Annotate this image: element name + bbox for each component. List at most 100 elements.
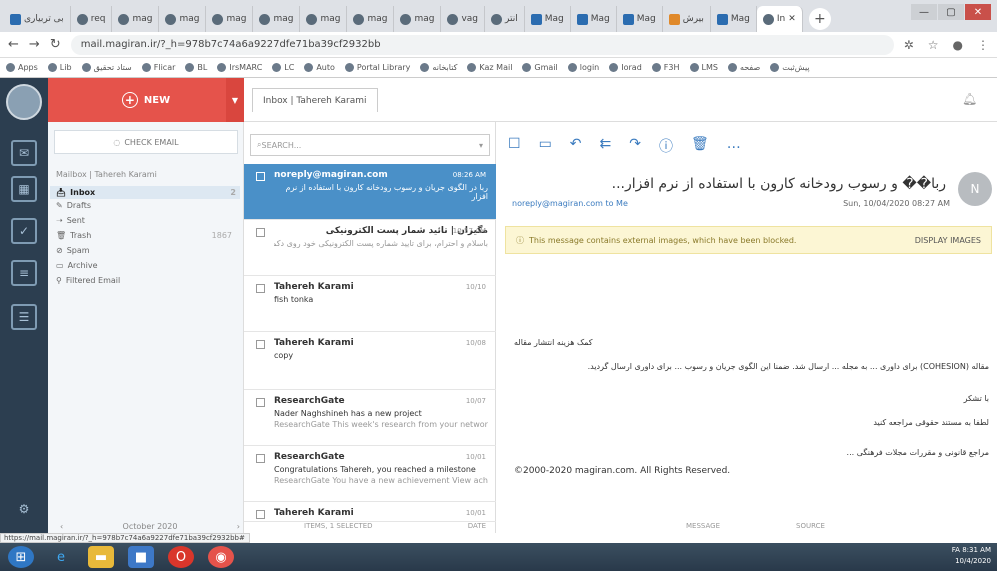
menu-icon[interactable]: ⋮ (977, 38, 989, 52)
bookmark-item[interactable]: BL (185, 63, 207, 72)
extension-icon[interactable]: ✲ (904, 38, 914, 52)
message-row[interactable]: مگیران | تائید شمار پست الکترونیکی 10:57 … (244, 220, 496, 276)
source-tab[interactable]: SOURCE (796, 522, 825, 530)
bookmark-item[interactable]: F3H (651, 63, 680, 72)
message-row[interactable]: Tahereh Karami 10/10 fish tonka (244, 276, 496, 332)
folder-item-drafts[interactable]: ✎ Drafts (56, 201, 236, 210)
message-checkbox[interactable] (256, 228, 265, 237)
browser-tab[interactable]: req (71, 6, 113, 32)
bookmark-item[interactable]: Flicar (141, 63, 175, 72)
message-checkbox[interactable] (256, 510, 265, 519)
reload-icon[interactable]: ↻ (50, 37, 61, 52)
browser-tab[interactable]: mag (112, 6, 160, 32)
browser-tab[interactable]: mag (253, 6, 301, 32)
media-icon[interactable]: ■ (128, 546, 154, 568)
message-row[interactable]: Tahereh Karami 10/08 copy (244, 332, 496, 390)
display-images-button[interactable]: DISPLAY IMAGES (915, 236, 981, 245)
tasks-icon[interactable]: ✓ (11, 218, 37, 244)
message-checkbox[interactable] (256, 172, 265, 181)
browser-tab[interactable]: In ✕ (756, 6, 803, 32)
message-checkbox[interactable] (256, 340, 265, 349)
browser-tab[interactable]: mag (394, 6, 442, 32)
message-row[interactable]: ResearchGate 10/07 Nader Naghshineh has a … (244, 390, 496, 446)
settings-icon[interactable]: ⚙ (11, 496, 37, 522)
chevron-down-icon[interactable]: ▼ (226, 78, 244, 122)
browser-tab[interactable]: Mag (617, 6, 663, 32)
new-tab-button[interactable]: + (808, 8, 831, 30)
browser-tab[interactable]: vag (441, 6, 486, 32)
bookmark-item[interactable]: LC (272, 63, 294, 72)
chrome-icon[interactable]: ◉ (208, 546, 234, 568)
folder-item-filtered-email[interactable]: ⚲ Filtered Email (56, 276, 236, 285)
bookmark-item[interactable]: Auto (304, 63, 335, 72)
sort-by-date[interactable]: DATE (468, 522, 486, 533)
bookmark-item[interactable]: LMS (689, 63, 718, 72)
search-dropdown-icon[interactable]: ▾ (479, 141, 483, 150)
delete-icon[interactable]: 🗑︎ (691, 136, 709, 156)
calendar-prev-icon[interactable]: ‹ (60, 522, 63, 531)
close-tab-icon[interactable]: ✕ (788, 14, 796, 24)
bookmark-item[interactable]: کتابخانه (420, 63, 457, 72)
browser-tab[interactable]: Mag (711, 6, 757, 32)
bell-icon[interactable]: 🔔︎ (962, 92, 977, 106)
folder-item-sent[interactable]: ➝ Sent (56, 216, 236, 225)
bookmark-item[interactable]: Lib (47, 63, 72, 72)
bookmark-item[interactable]: صفحه (727, 63, 760, 72)
bookmark-item[interactable]: Apps (6, 63, 38, 72)
forward-icon[interactable]: ↷ (629, 136, 641, 156)
reply-icon[interactable]: ↶ (570, 136, 582, 156)
archive-icon[interactable]: ☐ (508, 136, 521, 156)
message-row[interactable]: noreply@magiran.com 08:26 AM ربا در الگوی … (244, 164, 496, 220)
message-checkbox[interactable] (256, 398, 265, 407)
folder-item-archive[interactable]: ▭ Archive (56, 261, 236, 270)
sender-email[interactable]: noreply@magiran.com (512, 199, 603, 208)
minimize-button[interactable]: — (911, 4, 937, 20)
browser-tab[interactable]: بیرش (663, 6, 711, 32)
bookmark-item[interactable]: Portal Library (344, 63, 410, 72)
file-explorer-icon[interactable]: ▬ (88, 546, 114, 568)
browser-tab[interactable]: Mag (525, 6, 571, 32)
browser-tab[interactable]: Mag (571, 6, 617, 32)
browser-tab[interactable]: بی تربیاری (4, 6, 71, 32)
browser-tab[interactable]: mag (300, 6, 348, 32)
folder-item-spam[interactable]: ⊘ Spam (56, 246, 236, 255)
reply-all-icon[interactable]: ⇇ (600, 136, 612, 156)
calendar-icon[interactable]: ▦ (11, 176, 37, 202)
search-input[interactable]: ⌕ SEARCH... ▾ (250, 134, 490, 156)
profile-icon[interactable]: ● (953, 38, 963, 52)
new-email-button[interactable]: + NEW ▼ (48, 78, 244, 122)
message-checkbox[interactable] (256, 284, 265, 293)
browser-tab[interactable]: mag (347, 6, 395, 32)
mail-icon[interactable]: ✉ (11, 140, 37, 166)
maximize-button[interactable]: ▢ (938, 4, 964, 20)
bookmark-item[interactable]: IrsMARC (217, 63, 262, 72)
bookmark-item[interactable]: Gmail (522, 63, 558, 72)
browser-tab[interactable]: mag (159, 6, 207, 32)
bookmark-star-icon[interactable]: ☆ (928, 38, 939, 52)
start-icon[interactable]: ⊞ (8, 546, 34, 568)
back-icon[interactable]: ← (8, 37, 19, 52)
bookmark-item[interactable]: پیش‌ثبت (770, 63, 810, 72)
opera-icon[interactable]: O (168, 546, 194, 568)
more-icon[interactable]: … (727, 136, 741, 156)
info-icon[interactable]: ⓘ (659, 136, 673, 156)
folder-icon[interactable]: ▭ (539, 136, 552, 156)
forward-icon[interactable]: → (29, 37, 40, 52)
folder-item-inbox[interactable]: 📥︎ Inbox 2 (50, 186, 240, 199)
ie-icon[interactable]: e (48, 546, 74, 568)
check-email-button[interactable]: ◌ CHECK EMAIL (54, 130, 238, 154)
message-row[interactable]: Tahereh Karami 10/01 (244, 502, 496, 522)
folder-item-trash[interactable]: 🗑︎ Trash 1867 (56, 231, 236, 240)
message-tab[interactable]: MESSAGE (686, 522, 720, 530)
close-window-button[interactable]: ✕ (965, 4, 991, 20)
browser-tab[interactable]: mag (206, 6, 254, 32)
url-field[interactable]: mail.magiran.ir/?_h=978b7c74a6a9227dfe71… (70, 34, 894, 55)
language-indicator[interactable]: FA (952, 546, 960, 554)
message-checkbox[interactable] (256, 454, 265, 463)
browser-tab[interactable]: انتر (485, 6, 525, 32)
bookmark-item[interactable]: Kaz Mail (467, 63, 512, 72)
contacts-icon[interactable]: ☰ (11, 304, 37, 330)
message-row[interactable]: ResearchGate 10/01 Congratulations Tahereh… (244, 446, 496, 502)
bookmark-item[interactable]: ستاد تحقیق (81, 63, 132, 72)
notes-icon[interactable]: ≡ (11, 260, 37, 286)
